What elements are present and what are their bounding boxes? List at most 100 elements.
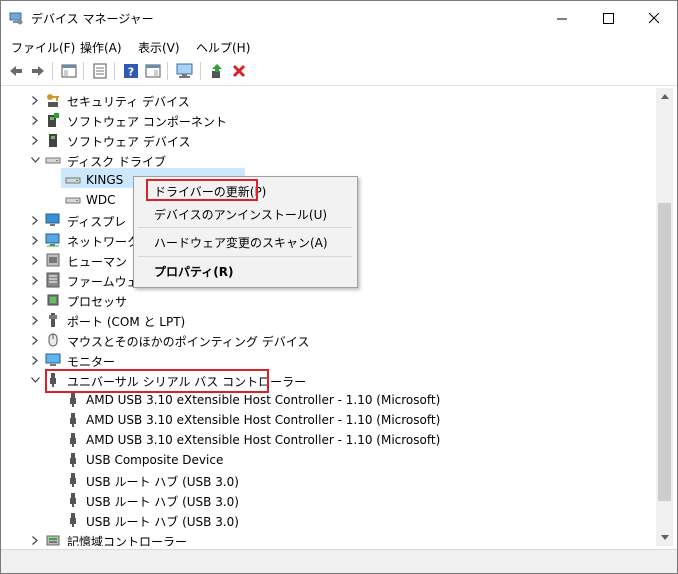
tree-child-item[interactable]: AMD USB 3.10 eXtensible Host Controller … [5, 430, 655, 450]
tree-item-label: AMD USB 3.10 eXtensible Host Controller … [86, 393, 441, 407]
tree-child-item[interactable]: USB ルート ハブ (USB 3.0) [5, 490, 655, 510]
context-menu: ドライバーの更新(P) デバイスのアンインストール(U) ハードウェア変更のスキ… [133, 176, 358, 288]
display-adapter-icon [45, 212, 61, 228]
tree-child-item[interactable]: USB ルート ハブ (USB 3.0) [5, 470, 655, 490]
tree-item-label: USB ルート ハブ (USB 3.0) [86, 495, 239, 509]
scroll-thumb[interactable] [658, 203, 671, 501]
chevron-right-icon[interactable] [29, 90, 41, 110]
properties-button[interactable] [90, 61, 110, 81]
maximize-button[interactable] [585, 1, 631, 35]
usb-icon [65, 472, 81, 488]
mouse-icon [45, 332, 61, 348]
tree-category-item[interactable]: セキュリティ デバイス [5, 90, 655, 110]
svg-text:?: ? [128, 66, 134, 79]
menu-item-scan-hardware[interactable]: ハードウェア変更のスキャン(A) [154, 234, 328, 251]
tree-item-label: マウスとそのほかのポインティング デバイス [67, 335, 310, 349]
tree-category-item[interactable]: モニター [5, 350, 655, 370]
tree-item-label: WDC [86, 193, 116, 207]
uninstall-icon [232, 64, 246, 78]
tree-item-label: 記憶域コントローラー [67, 535, 188, 546]
tree-child-item[interactable]: AMD USB 3.10 eXtensible Host Controller … [5, 390, 655, 410]
tree-category-item[interactable]: ソフトウェア デバイス [5, 130, 655, 150]
tree-child-item[interactable]: AMD USB 3.10 eXtensible Host Controller … [5, 410, 655, 430]
chevron-right-icon[interactable] [29, 310, 41, 330]
tree-category-item[interactable]: プロセッサ [5, 290, 655, 310]
chevron-right-icon[interactable] [29, 110, 41, 130]
tree-category-item[interactable]: ディスク ドライブ [5, 150, 655, 170]
chevron-down-icon[interactable] [29, 150, 41, 170]
chevron-right-icon[interactable] [29, 230, 41, 250]
chevron-right-icon[interactable] [29, 270, 41, 290]
chevron-up-icon [660, 94, 669, 99]
forward-arrow-icon [32, 66, 44, 76]
scroll-up-button[interactable] [656, 88, 673, 105]
tree-item-label: USB Composite Device [86, 453, 224, 467]
tree-item-label: ディスク ドライブ [67, 155, 166, 169]
maximize-icon [602, 12, 614, 24]
usb-icon [65, 412, 81, 428]
chevron-right-icon[interactable] [29, 350, 41, 370]
chevron-right-icon[interactable] [29, 330, 41, 350]
tree-item-label: ソフトウェア デバイス [67, 135, 191, 149]
network-adapter-icon [45, 232, 61, 248]
update-driver-highlight-box [146, 179, 258, 201]
vertical-scrollbar[interactable] [656, 88, 673, 546]
close-icon [648, 12, 659, 23]
menu-view[interactable]: 表示(V) [138, 39, 180, 56]
toolbar: ? [1, 57, 677, 86]
disk-drive-icon [65, 192, 81, 208]
console-tree-icon [61, 64, 77, 78]
title-bar: デバイス マネージャー [1, 1, 677, 35]
menu-help[interactable]: ヘルプ(H) [196, 39, 250, 56]
chevron-right-icon[interactable] [29, 250, 41, 270]
software-device-icon [45, 132, 61, 148]
menu-bar: ファイル(F) 操作(A) 表示(V) ヘルプ(H) [1, 35, 677, 57]
action-pane-button[interactable] [143, 61, 163, 81]
tree-item-label: ファームウェ [67, 275, 139, 289]
chevron-right-icon[interactable] [29, 130, 41, 150]
chevron-right-icon[interactable] [29, 530, 41, 546]
close-button[interactable] [631, 1, 677, 35]
tree-category-item[interactable]: ポート (COM と LPT) [5, 310, 655, 330]
tree-category-item[interactable]: ソフトウェア コンポーネント [5, 110, 655, 130]
update-driver-icon [212, 64, 222, 78]
minimize-icon [556, 18, 567, 19]
tree-category-item[interactable]: 記憶域コントローラー [5, 530, 655, 546]
menu-action[interactable]: 操作(A) [80, 39, 122, 56]
processor-icon [45, 292, 61, 308]
help-button[interactable]: ? [121, 61, 141, 81]
status-bar [1, 549, 677, 573]
chevron-right-icon[interactable] [29, 290, 41, 310]
security-key-icon [45, 92, 61, 108]
chevron-down-icon[interactable] [29, 370, 41, 390]
disk-drive-icon [45, 152, 61, 168]
forward-button[interactable] [28, 61, 48, 81]
menu-file[interactable]: ファイル(F) [11, 39, 75, 56]
chevron-down-icon [660, 535, 669, 540]
port-icon [45, 312, 61, 328]
tree-item-label: USB ルート ハブ (USB 3.0) [86, 475, 239, 489]
help-icon: ? [124, 64, 138, 79]
action-pane-icon [145, 64, 161, 78]
toolbar-separator [200, 62, 201, 80]
scroll-down-button[interactable] [656, 529, 673, 546]
console-tree-button[interactable] [59, 61, 79, 81]
tree-child-item[interactable]: USB ルート ハブ (USB 3.0) [5, 510, 655, 530]
update-driver-button[interactable] [207, 61, 227, 81]
hid-icon [45, 252, 61, 268]
menu-item-properties[interactable]: プロパティ(R) [154, 263, 234, 280]
chevron-right-icon[interactable] [29, 210, 41, 230]
usb-icon [65, 492, 81, 508]
usb-icon [65, 512, 81, 528]
scan-hardware-icon [176, 63, 193, 78]
back-button[interactable] [6, 61, 26, 81]
back-arrow-icon [10, 66, 22, 76]
usb-category-highlight-box [45, 369, 269, 393]
tree-category-item[interactable]: マウスとそのほかのポインティング デバイス [5, 330, 655, 350]
tree-item-label: AMD USB 3.10 eXtensible Host Controller … [86, 413, 441, 427]
menu-item-uninstall-device[interactable]: デバイスのアンインストール(U) [154, 206, 327, 223]
tree-child-item[interactable]: USB Composite Device [5, 450, 655, 470]
scan-hardware-button[interactable] [175, 61, 195, 81]
uninstall-button[interactable] [229, 61, 249, 81]
minimize-button[interactable] [539, 1, 585, 35]
